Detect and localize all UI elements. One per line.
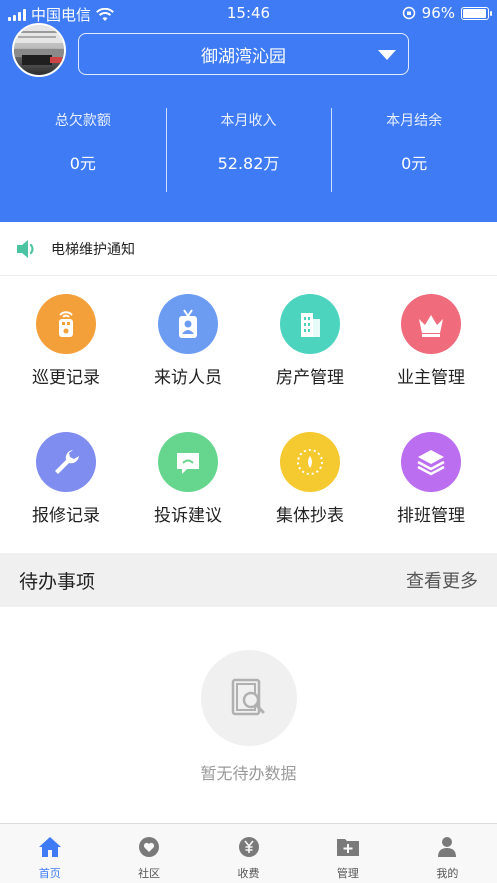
home-icon: [37, 834, 63, 860]
stat-value: 0元: [401, 154, 428, 173]
grid-item-patrol[interactable]: 巡更记录: [4, 280, 128, 390]
folder-add-icon: [335, 834, 361, 860]
tab-label: 我的: [436, 867, 459, 880]
header: 中国电信 15:46 96% 御湖湾沁园 总欠款额 0元 本月收入 52.82万…: [0, 0, 497, 222]
community-icon: [136, 834, 162, 860]
grid-item-owners[interactable]: 业主管理: [369, 280, 493, 390]
stat-label: 本月结余: [386, 113, 443, 129]
status-right: 96%: [402, 4, 492, 22]
grid-label: 排班管理: [397, 506, 465, 526]
tab-community[interactable]: 社区: [99, 824, 198, 883]
tab-home[interactable]: 首页: [0, 824, 99, 883]
function-grid: 巡更记录 来访人员 房产管理 业主管理 报修记录 投诉建议 集体抄表 排班管理: [0, 280, 497, 552]
grid-label: 业主管理: [397, 368, 465, 388]
empty-state: 暂无待办数据: [0, 607, 497, 823]
layers-icon: [401, 432, 461, 492]
grid-label: 集体抄表: [276, 506, 344, 526]
building-icon: [280, 294, 340, 354]
grid-label: 投诉建议: [154, 506, 222, 526]
pending-header: 待办事项 查看更多: [0, 553, 497, 607]
grid-item-complaints[interactable]: 投诉建议: [126, 418, 250, 528]
patrol-device-icon: [36, 294, 96, 354]
battery-icon: [461, 6, 492, 20]
tab-label: 收费: [237, 867, 260, 880]
crown-icon: [401, 294, 461, 354]
avatar[interactable]: [12, 23, 66, 77]
grid-label: 报修记录: [32, 506, 100, 526]
stat-month-income: 本月收入 52.82万: [165, 106, 332, 194]
stat-label: 总欠款额: [54, 113, 111, 129]
tab-fees[interactable]: 收费: [199, 824, 298, 883]
app-screen: 中国电信 15:46 96% 御湖湾沁园 总欠款额 0元 本月收入 52.82万…: [0, 0, 497, 883]
stat-month-balance: 本月结余 0元: [331, 106, 497, 194]
caret-down-icon: [378, 50, 396, 60]
tab-label: 首页: [38, 867, 61, 880]
grid-item-meter[interactable]: 集体抄表: [248, 418, 372, 528]
community-name: 御湖湾沁园: [201, 46, 286, 67]
notice-bar[interactable]: 电梯维护通知: [0, 222, 497, 276]
stats-panel: 总欠款额 0元 本月收入 52.82万 本月结余 0元: [0, 106, 497, 194]
stat-value: 52.82万: [217, 154, 280, 173]
stat-total-debt: 总欠款额 0元: [0, 106, 166, 194]
community-selector[interactable]: 御湖湾沁园: [78, 33, 409, 75]
tab-manage[interactable]: 管理: [298, 824, 397, 883]
grid-item-visitors[interactable]: 来访人员: [126, 280, 250, 390]
tab-mine[interactable]: 我的: [398, 824, 497, 883]
wrench-icon: [36, 432, 96, 492]
yuan-icon: [236, 834, 262, 860]
grid-item-property[interactable]: 房产管理: [248, 280, 372, 390]
status-bar: 中国电信 15:46 96%: [0, 0, 497, 28]
grid-label: 房产管理: [276, 368, 344, 388]
grid-label: 巡更记录: [32, 368, 100, 388]
empty-text: 暂无待办数据: [200, 764, 297, 783]
avatar-image: [14, 25, 64, 65]
view-more-link[interactable]: 查看更多: [406, 567, 478, 593]
message-icon: [158, 432, 218, 492]
pending-title: 待办事项: [19, 570, 96, 593]
notice-text: 电梯维护通知: [51, 241, 135, 258]
stat-value: 0元: [69, 154, 96, 173]
battery-percent: 96%: [421, 4, 455, 22]
speaker-icon: [17, 239, 34, 258]
empty-document-search-icon: [200, 650, 297, 746]
tab-label: 管理: [336, 867, 359, 880]
stat-label: 本月收入: [220, 113, 277, 129]
meter-icon: [280, 432, 340, 492]
grid-item-schedule[interactable]: 排班管理: [369, 418, 493, 528]
visitor-badge-icon: [158, 294, 218, 354]
user-icon: [434, 834, 460, 860]
grid-label: 来访人员: [154, 368, 222, 388]
grid-item-repairs[interactable]: 报修记录: [4, 418, 128, 528]
orientation-lock-icon: [402, 6, 415, 20]
battery-fill: [463, 8, 487, 18]
tab-bar: 首页 社区 收费 管理 我的: [0, 823, 497, 883]
tab-label: 社区: [138, 867, 161, 880]
